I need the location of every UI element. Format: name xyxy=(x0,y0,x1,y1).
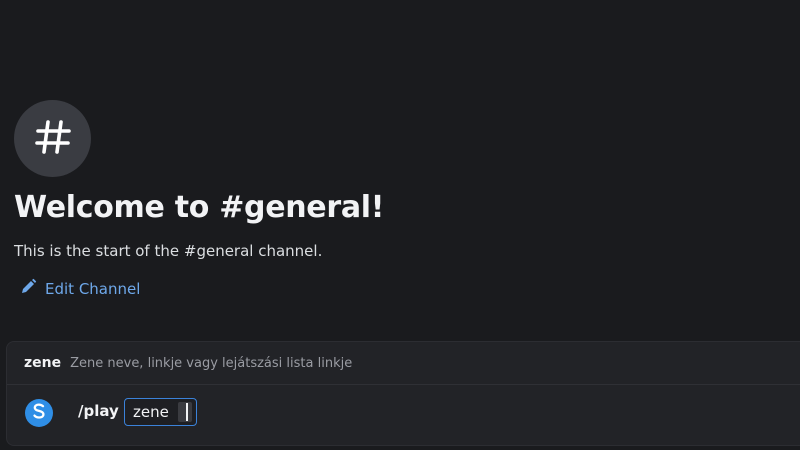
command-name: /play xyxy=(78,402,119,420)
hash-icon xyxy=(32,116,74,162)
welcome-subtitle: This is the start of the #general channe… xyxy=(14,242,323,260)
channel-hash-avatar xyxy=(14,100,91,177)
command-option-input[interactable]: zene xyxy=(124,398,197,426)
command-input-row[interactable]: /play zene xyxy=(7,385,800,445)
chat-area: Welcome to #general! This is the start o… xyxy=(0,0,800,450)
bot-avatar xyxy=(25,399,53,427)
pencil-icon xyxy=(20,278,37,299)
welcome-title: Welcome to #general! xyxy=(14,190,385,225)
option-description: Zene neve, linkje vagy lejátszási lista … xyxy=(70,355,353,371)
edit-channel-label: Edit Channel xyxy=(45,279,141,298)
bot-s-icon xyxy=(29,401,49,425)
option-pill-label: zene xyxy=(133,403,169,421)
slash-command-panel: zene Zene neve, linkje vagy lejátszási l… xyxy=(6,341,800,446)
edit-channel-link[interactable]: Edit Channel xyxy=(20,278,140,299)
command-option-hint[interactable]: zene Zene neve, linkje vagy lejátszási l… xyxy=(7,342,800,385)
option-name: zene xyxy=(24,355,62,371)
input-field-segment xyxy=(178,402,192,422)
text-cursor xyxy=(186,403,188,421)
